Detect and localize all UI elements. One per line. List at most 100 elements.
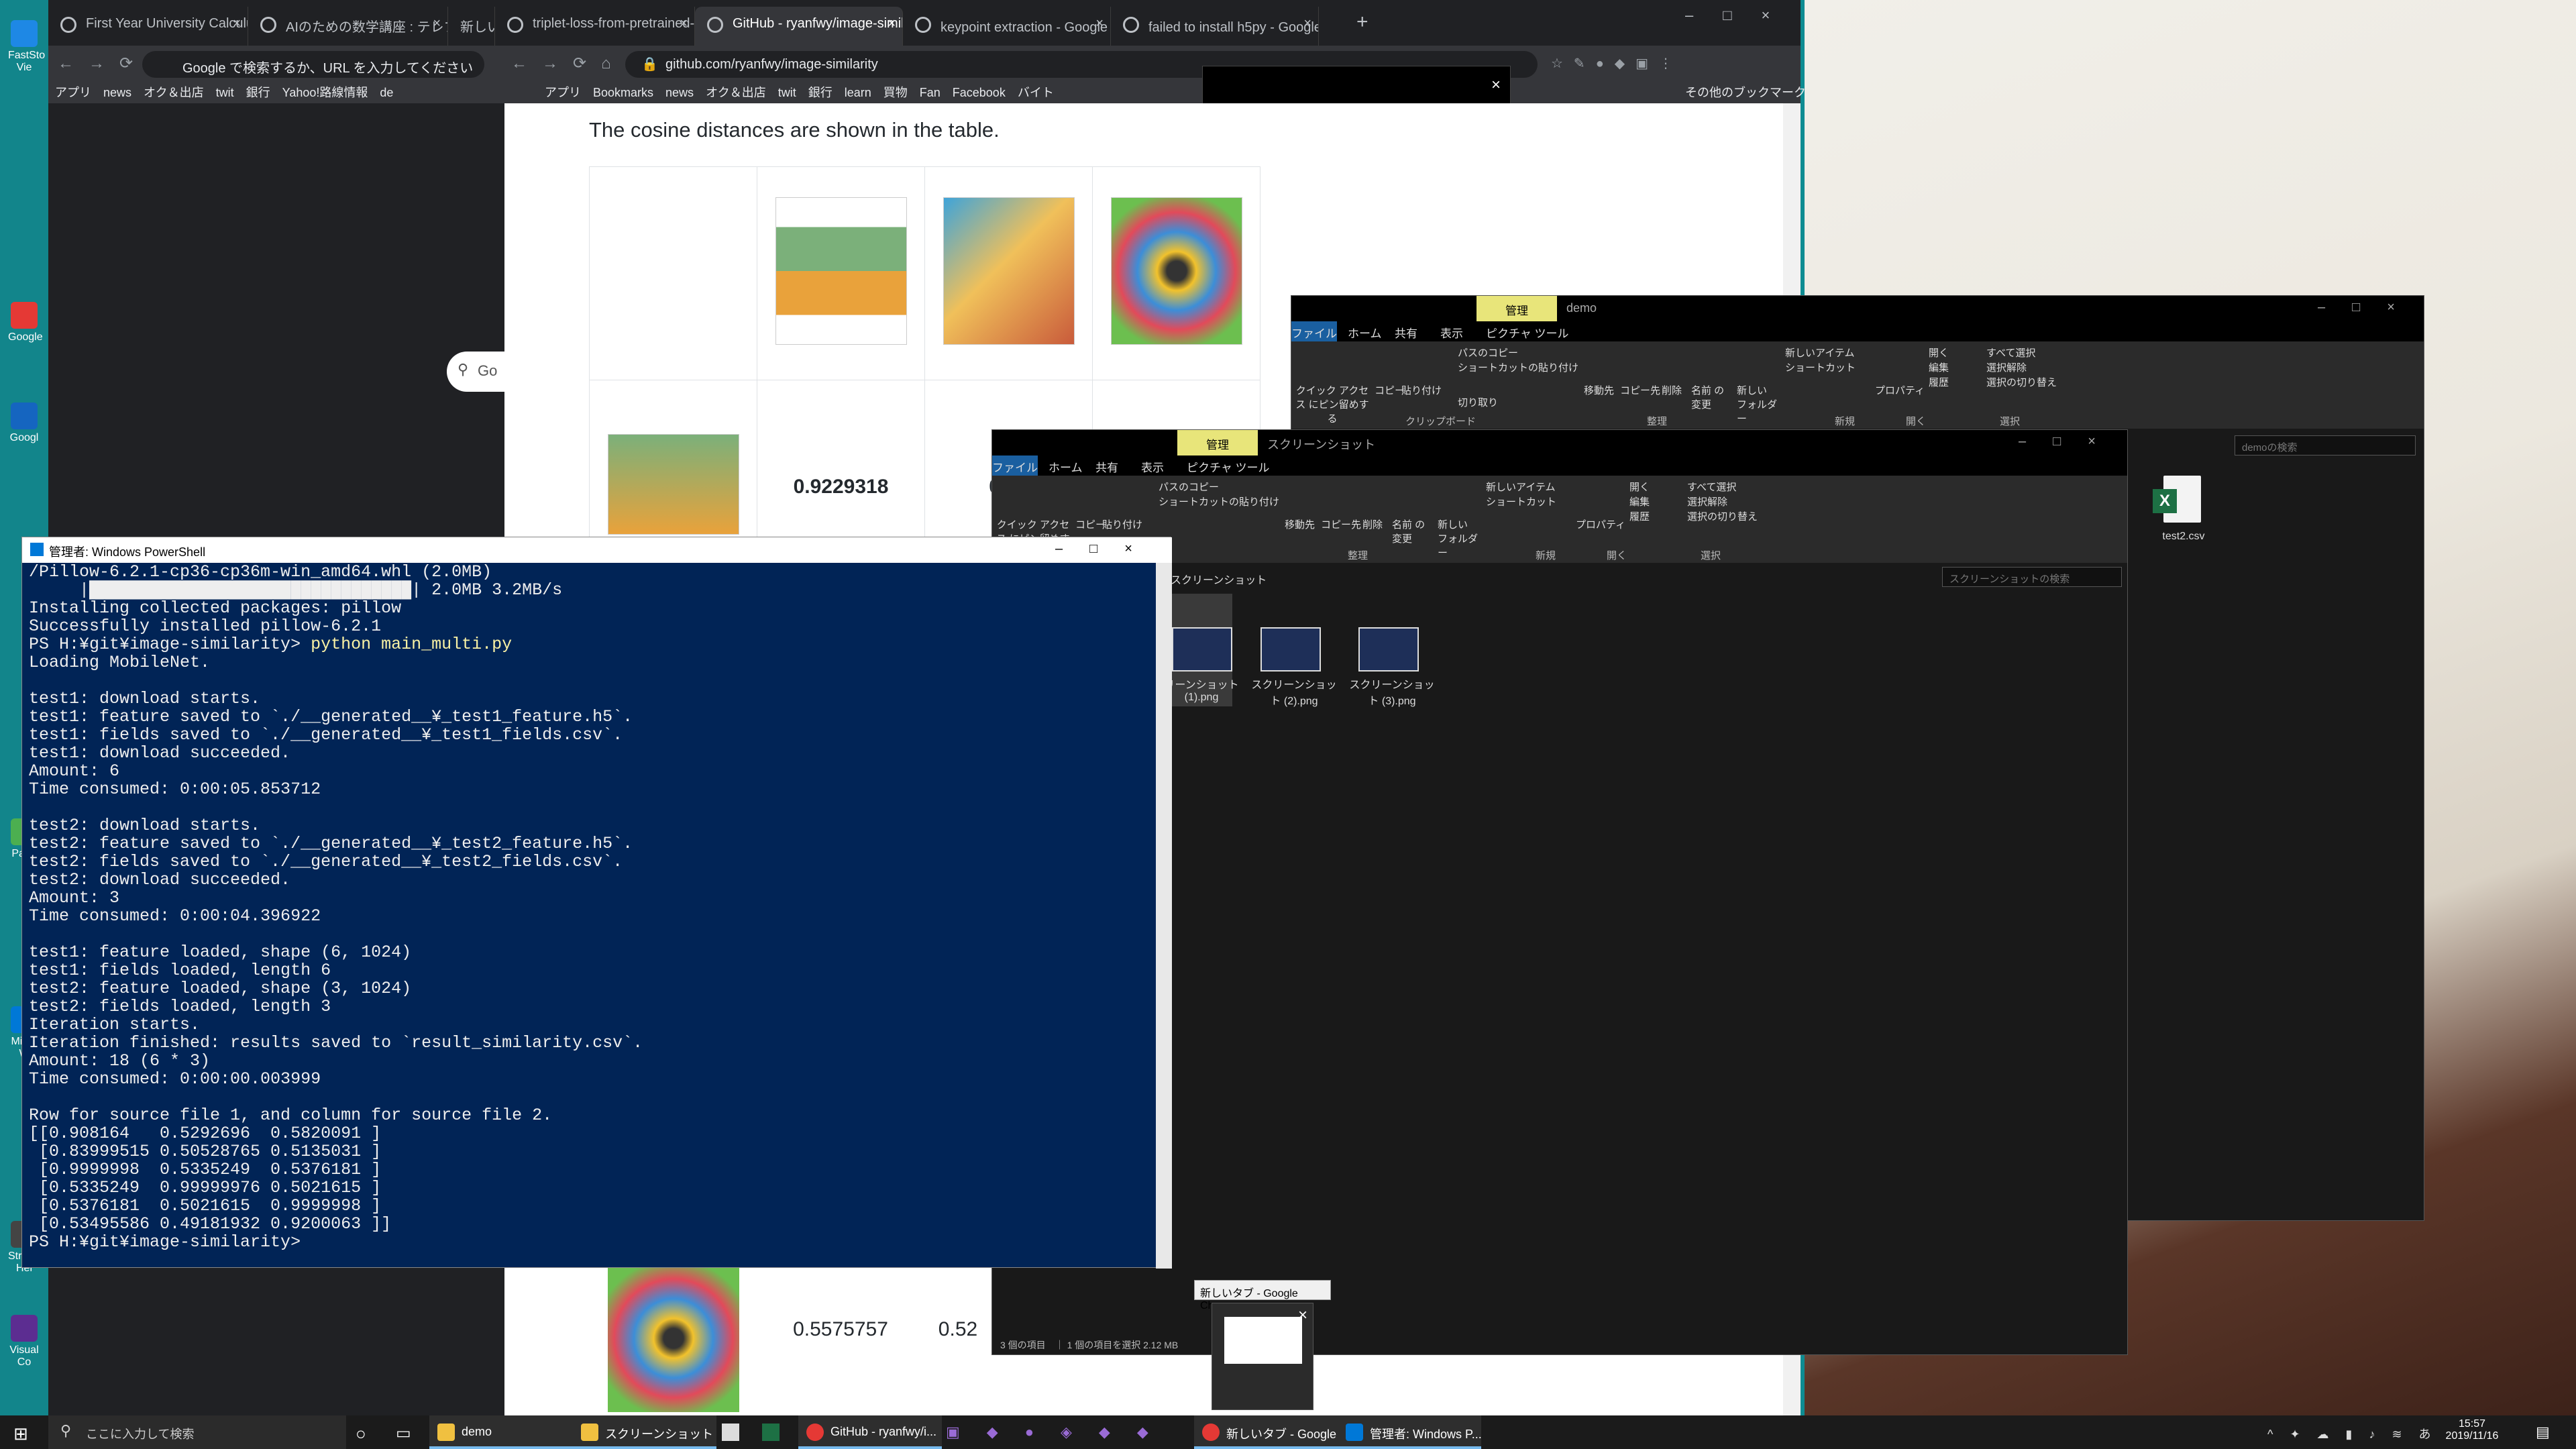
desktop-icon[interactable]: Google (8, 302, 43, 343)
bookmarks-bar[interactable]: アプリ Bookmarks news オク＆出店 twit 銀行 learn 買… (545, 83, 1054, 101)
rename-button[interactable]: 名前 の変更 (1392, 517, 1426, 545)
windows-start-icon[interactable]: ⊞ (13, 1424, 28, 1444)
taskbar-item-powershell[interactable]: 管理者: Windows P... (1338, 1415, 1482, 1449)
new-item-button[interactable]: 新しいアイテム (1785, 345, 1855, 360)
close-icon[interactable]: × (888, 16, 896, 32)
tab-picture-tools[interactable]: ピクチャ ツール (1187, 458, 1270, 475)
omnibox-left[interactable]: Google で検索するか、URL を入力してください (142, 51, 484, 78)
tab-share[interactable]: 共有 (1095, 458, 1118, 475)
tab-home[interactable]: ホーム (1348, 324, 1382, 341)
paste-button[interactable]: 貼り付け (1401, 383, 1442, 397)
tab-active[interactable]: GitHub - ryanfwy/image-similarit× (695, 7, 903, 46)
rename-button[interactable]: 名前 の変更 (1691, 383, 1725, 411)
close-icon[interactable]: × (1491, 76, 1501, 95)
scrollbar[interactable] (1156, 563, 1172, 1269)
pin-button[interactable]: クイック アクセス にピン留めする (1295, 383, 1369, 425)
file-item-selected[interactable]: リーンショット (1).png (1164, 594, 1239, 706)
close-icon[interactable]: × (1303, 16, 1311, 32)
properties-button[interactable]: プロパティ (1875, 383, 1925, 397)
tab-home[interactable]: ホーム (1049, 458, 1083, 475)
tab-file[interactable]: ファイル (992, 455, 1038, 476)
tab-view[interactable]: 表示 (1141, 458, 1164, 475)
new-folder-button[interactable]: 新しい フォルダー (1737, 383, 1777, 425)
close-icon[interactable]: × (233, 16, 241, 32)
history-button[interactable]: 履歴 (1929, 375, 1949, 389)
search-input[interactable]: スクリーンショットの検索 (1942, 567, 2122, 587)
copy-to-button[interactable]: コピー先 (1620, 383, 1660, 397)
tab[interactable]: 新しい (448, 7, 495, 46)
kanri-tab[interactable]: 管理 (1477, 296, 1557, 321)
easy-access-button[interactable]: ショートカット (1486, 494, 1556, 508)
cut-button[interactable]: 切り取り (1458, 395, 1498, 409)
close-icon[interactable]: × (680, 16, 688, 32)
paste-shortcut-button[interactable]: ショートカットの貼り付け (1458, 360, 1578, 374)
copy-path-button[interactable]: パスのコピー (1458, 345, 1518, 360)
properties-button[interactable]: プロパティ (1576, 517, 1625, 531)
desktop-icon[interactable]: Googl (8, 402, 40, 444)
tab-picture-tools[interactable]: ピクチャ ツール (1486, 324, 1569, 341)
select-none-button[interactable]: 選択解除 (1986, 360, 2027, 374)
excel-icon[interactable] (762, 1424, 780, 1441)
cortana-icon[interactable]: ○ (356, 1424, 366, 1444)
breadcrumb[interactable]: スクリーンショット (1171, 571, 1267, 587)
taskbar-item-github[interactable]: GitHub - ryanfwy/i... (798, 1415, 942, 1449)
tab-share[interactable]: 共有 (1395, 324, 1417, 341)
copy-button[interactable]: コピー (1375, 383, 1405, 397)
copy-button[interactable]: コピー (1075, 517, 1106, 531)
tab[interactable]: keypoint extraction - Google 検 × (903, 7, 1111, 46)
file-item[interactable]: スクリーンショット (3).png (1345, 594, 1439, 707)
close-icon[interactable]: × (1298, 1306, 1307, 1325)
tab[interactable]: First Year University Calculus: w× (48, 7, 248, 46)
delete-button[interactable]: 削除 (1362, 517, 1383, 531)
paste-shortcut-button[interactable]: ショートカットの貼り付け (1159, 494, 1279, 508)
taskbar-item-demo[interactable]: demo (429, 1415, 573, 1449)
invert-selection-button[interactable]: 選択の切り替え (1986, 375, 2057, 389)
open-button[interactable]: 開く (1629, 480, 1650, 494)
invert-selection-button[interactable]: 選択の切り替え (1687, 509, 1758, 523)
window-controls[interactable]: –□× (2318, 300, 2422, 315)
copy-path-button[interactable]: パスのコピー (1159, 480, 1219, 494)
task-view-icon[interactable]: ▭ (396, 1424, 411, 1443)
copy-to-button[interactable]: コピー先 (1321, 517, 1361, 531)
file-item[interactable]: スクリーンショット (2).png (1247, 594, 1341, 707)
open-button[interactable]: 開く (1929, 345, 1949, 360)
notification-icon[interactable]: ▤ (2536, 1424, 2550, 1441)
history-button[interactable]: 履歴 (1629, 509, 1650, 523)
select-all-button[interactable]: すべて選択 (1687, 480, 1736, 494)
taskbar-thumbnail-preview[interactable]: × (1212, 1303, 1313, 1410)
new-item-button[interactable]: 新しいアイテム (1486, 480, 1556, 494)
taskbar-item-screenshots[interactable]: スクリーンショット (573, 1415, 716, 1449)
store-icon[interactable] (722, 1424, 739, 1441)
nav-buttons[interactable]: ←→⟳⌂ (511, 54, 626, 73)
file-icon-excel[interactable]: X test2.csv (2150, 476, 2217, 549)
extension-icons[interactable]: ☆✎●◆▣⋮ (1551, 55, 1779, 75)
taskbar-search[interactable]: ⚲ ここに入力して検索 (48, 1415, 346, 1449)
tab[interactable]: failed to install h5py - Google 検× (1111, 7, 1319, 46)
select-none-button[interactable]: 選択解除 (1687, 494, 1727, 508)
console-output[interactable]: /Pillow-6.2.1-cp36-cp36m-win_amd64.whl (… (29, 563, 1142, 1260)
tab-file[interactable]: ファイル (1291, 321, 1337, 341)
easy-access-button[interactable]: ショートカット (1785, 360, 1856, 374)
window-controls[interactable]: –□× (2019, 434, 2123, 449)
nav-buttons-left[interactable]: ←→⟳ (58, 54, 148, 73)
move-to-button[interactable]: 移動先 (1584, 383, 1614, 397)
tab[interactable]: AIのための数学講座 : テレプコ× (248, 7, 448, 46)
paste-button[interactable]: 貼り付け (1102, 517, 1142, 531)
find-bar[interactable]: × (1202, 66, 1511, 107)
desktop-icon[interactable]: Visual Co (8, 1315, 40, 1368)
new-tab-button[interactable]: + (1356, 11, 1368, 34)
desktop-icon[interactable]: FastSto Vie (8, 20, 45, 74)
search-input[interactable]: demoの検索 (2235, 435, 2416, 455)
tab[interactable]: triplet-loss-from-pretrained-siam× (495, 7, 695, 46)
delete-button[interactable]: 削除 (1662, 383, 1682, 397)
select-all-button[interactable]: すべて選択 (1986, 345, 2035, 360)
tab-view[interactable]: 表示 (1440, 324, 1463, 341)
window-controls[interactable]: –□× (1685, 7, 1799, 24)
move-to-button[interactable]: 移動先 (1285, 517, 1315, 531)
close-icon[interactable]: × (1095, 16, 1104, 32)
taskbar-item-newtab[interactable]: 新しいタブ - Google ... (1194, 1415, 1350, 1449)
bookmarks-bar-left[interactable]: アプリ news オク＆出店 twit 銀行 Yahoo!路線情報 de (55, 83, 393, 101)
window-controls[interactable]: –□× (1055, 541, 1159, 557)
system-tray-icons[interactable]: ^ ✦ ☁ ▮ ♪ ≋ あ (2267, 1425, 2438, 1442)
edit-button[interactable]: 編集 (1929, 360, 1949, 374)
